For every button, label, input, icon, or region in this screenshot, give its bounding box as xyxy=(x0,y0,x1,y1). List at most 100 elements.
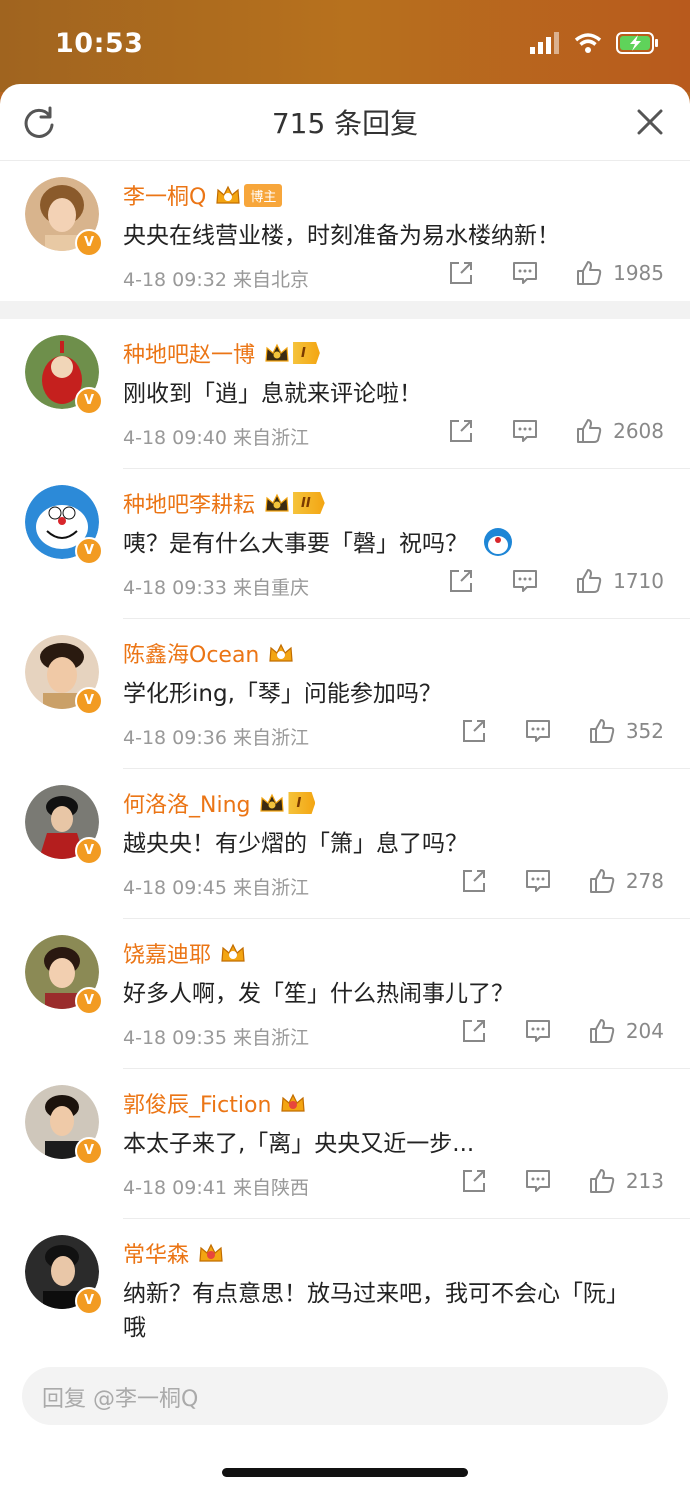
comment-time: 4-18 09:41 xyxy=(123,1177,227,1199)
verified-icon: V xyxy=(75,1137,103,1165)
share-icon[interactable] xyxy=(460,1167,488,1195)
user-name[interactable]: 何洛洛_Ning xyxy=(123,787,250,819)
comment-icon[interactable] xyxy=(524,867,552,895)
crown-icon xyxy=(221,943,245,962)
comment-item[interactable]: V 何洛洛_Ning I 越央央！有少熠的「箫」息了吗？ 4-18 09:45 … xyxy=(0,769,690,919)
comment-item[interactable]: V 种地吧李耕耘 II 咦？是有什么大事要「磬」祝吗？ 4-18 09:33 来… xyxy=(0,469,690,619)
comment-text-content: 咦？是有什么大事要「磬」祝吗？ xyxy=(123,531,468,557)
like-icon[interactable] xyxy=(588,717,616,745)
comment-list: V 李一桐Q 博主 央央在线营业楼，时刻准备为易水楼纳新！ 4-18 09:32… xyxy=(0,161,690,1379)
member-level-badge: II xyxy=(293,492,325,514)
like-icon[interactable] xyxy=(575,417,603,445)
share-icon[interactable] xyxy=(447,259,475,287)
comment-item[interactable]: V 陈鑫海Ocean 学化形ing,「琴」问能参加吗？ 4-18 09:36 来… xyxy=(0,619,690,769)
comment-text: 越央央！有少熠的「箫」息了吗？ xyxy=(123,831,468,857)
like-count: 1710 xyxy=(613,569,664,593)
like-count: 2608 xyxy=(613,419,664,443)
verified-icon: V xyxy=(75,537,103,565)
comment-location: 来自北京 xyxy=(232,269,309,291)
signal-icon xyxy=(530,32,559,54)
sheet-header: 715 条回复 xyxy=(0,84,690,161)
user-name[interactable]: 陈鑫海Ocean xyxy=(123,637,259,669)
verified-icon: V xyxy=(75,987,103,1015)
share-icon[interactable] xyxy=(460,867,488,895)
comment-actions: 278 xyxy=(460,867,664,895)
comment-time: 4-18 09:33 xyxy=(123,577,227,599)
name-row: 陈鑫海Ocean xyxy=(123,637,295,669)
comment-text: 刚收到「逍」息就来评论啦！ xyxy=(123,381,422,407)
share-icon[interactable] xyxy=(447,567,475,595)
comment-item[interactable]: V 种地吧赵一博 I 刚收到「逍」息就来评论啦！ 4-18 09:40 来自浙江… xyxy=(0,319,690,469)
comment-meta: 4-18 09:32 来自北京 xyxy=(123,265,309,292)
member-level-badge: I xyxy=(288,792,316,814)
name-row: 种地吧赵一博 I xyxy=(123,337,320,369)
like-icon[interactable] xyxy=(588,1017,616,1045)
close-icon[interactable] xyxy=(634,106,666,138)
comment-icon[interactable] xyxy=(524,717,552,745)
user-name[interactable]: 种地吧赵一博 xyxy=(123,337,255,369)
user-name[interactable]: 饶嘉迪耶 xyxy=(123,937,211,969)
comment-location: 来自浙江 xyxy=(232,727,309,749)
comment-icon[interactable] xyxy=(511,259,539,287)
avatar[interactable]: V xyxy=(25,335,103,415)
home-indicator[interactable] xyxy=(222,1468,468,1477)
crown-icon xyxy=(265,343,289,362)
comment-text: 央央在线营业楼，时刻准备为易水楼纳新！ xyxy=(123,223,560,249)
reply-input[interactable]: 回复 @李一桐Q xyxy=(22,1367,668,1425)
comment-item[interactable]: V 常华森 纳新？有点意思！放马过来吧，我可不会心「阮」哦 xyxy=(0,1219,690,1379)
user-name[interactable]: 常华森 xyxy=(123,1237,189,1269)
sheet-title: 715 条回复 xyxy=(271,107,419,140)
crown-icon xyxy=(269,643,294,662)
comment-item[interactable]: V 饶嘉迪耶 好多人啊，发「笙」什么热闹事儿了？ 4-18 09:35 来自浙江… xyxy=(0,919,690,1069)
crown-icon xyxy=(260,793,285,812)
user-name[interactable]: 李一桐Q xyxy=(123,179,206,211)
verified-icon: V xyxy=(75,687,103,715)
comment-item[interactable]: V 郭俊辰_Fiction 本太子来了,「离」央央又近一步... 4-18 09… xyxy=(0,1069,690,1219)
comment-icon[interactable] xyxy=(511,567,539,595)
comment-icon[interactable] xyxy=(511,417,539,445)
comment-meta: 4-18 09:41 来自陕西 xyxy=(123,1173,309,1200)
comment-time: 4-18 09:40 xyxy=(123,427,227,449)
author-badge: 博主 xyxy=(244,183,283,207)
comment-item[interactable]: V 李一桐Q 博主 央央在线营业楼，时刻准备为易水楼纳新！ 4-18 09:32… xyxy=(0,161,690,301)
comment-location: 来自浙江 xyxy=(232,1027,309,1049)
like-count: 213 xyxy=(625,1169,664,1193)
comment-icon[interactable] xyxy=(524,1167,552,1195)
comment-location: 来自浙江 xyxy=(232,877,309,899)
doraemon-emoji-icon xyxy=(484,528,513,556)
comment-meta: 4-18 09:40 来自浙江 xyxy=(123,423,309,450)
section-divider xyxy=(0,301,690,319)
avatar[interactable]: V xyxy=(25,935,103,1015)
like-icon[interactable] xyxy=(575,259,603,287)
like-count: 204 xyxy=(625,1019,664,1043)
comment-location: 来自陕西 xyxy=(232,1177,309,1199)
like-count: 278 xyxy=(625,869,664,893)
avatar[interactable]: V xyxy=(25,785,103,865)
comment-meta: 4-18 09:35 来自浙江 xyxy=(123,1023,309,1050)
share-icon[interactable] xyxy=(447,417,475,445)
comment-text: 本太子来了,「离」央央又近一步... xyxy=(123,1131,475,1157)
comment-text: 好多人啊，发「笙」什么热闹事儿了？ xyxy=(123,981,514,1007)
like-count: 1985 xyxy=(613,261,664,285)
like-count: 352 xyxy=(625,719,664,743)
crown-icon xyxy=(199,1243,223,1262)
share-icon[interactable] xyxy=(460,717,488,745)
comment-actions: 352 xyxy=(460,717,664,745)
comment-time: 4-18 09:35 xyxy=(123,1027,227,1049)
replies-sheet: 715 条回复 V 李一桐Q 博主 央央在线营业楼，时刻准备为易水楼纳新！ 4-… xyxy=(0,84,690,1493)
comment-icon[interactable] xyxy=(524,1017,552,1045)
like-icon[interactable] xyxy=(588,1167,616,1195)
battery-icon xyxy=(616,32,658,54)
like-icon[interactable] xyxy=(575,567,603,595)
avatar[interactable]: V xyxy=(25,635,103,715)
comment-time: 4-18 09:36 xyxy=(123,727,227,749)
avatar[interactable]: V xyxy=(25,1085,103,1165)
avatar[interactable]: V xyxy=(25,1235,103,1315)
share-icon[interactable] xyxy=(460,1017,488,1045)
status-icons xyxy=(530,32,660,54)
like-icon[interactable] xyxy=(588,867,616,895)
avatar[interactable]: V xyxy=(25,485,103,565)
user-name[interactable]: 郭俊辰_Fiction xyxy=(123,1087,271,1119)
user-name[interactable]: 种地吧李耕耘 xyxy=(123,487,255,519)
avatar[interactable]: V xyxy=(25,177,103,257)
